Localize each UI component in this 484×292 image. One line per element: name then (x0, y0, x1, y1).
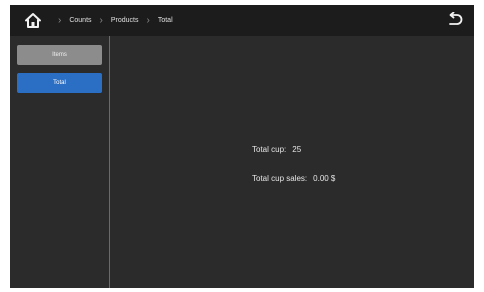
app-screen: › Counts › Products › Total Items Total … (10, 5, 474, 288)
sidebar-item-total[interactable]: Total (17, 73, 102, 93)
chevron-right-icon: › (58, 14, 62, 26)
sidebar: Items Total (10, 36, 110, 288)
undo-arrow-icon (449, 12, 463, 25)
total-cup-sales-row: Total cup sales: 0.00 $ (252, 174, 335, 183)
sidebar-item-label: Total (53, 80, 66, 86)
main-content: Total cup: 25 Total cup sales: 0.00 $ (110, 36, 474, 288)
sidebar-item-items[interactable]: Items (17, 45, 102, 65)
breadcrumb: › Counts › Products › Total (50, 14, 173, 26)
back-button[interactable] (444, 9, 466, 31)
top-bar: › Counts › Products › Total (10, 5, 474, 36)
chevron-right-icon: › (146, 14, 150, 26)
home-button[interactable] (20, 8, 46, 34)
breadcrumb-products[interactable]: Products (111, 17, 139, 24)
total-cup-sales-label: Total cup sales: (252, 174, 308, 183)
home-icon (25, 13, 41, 28)
breadcrumb-counts[interactable]: Counts (69, 17, 91, 24)
total-cup-value: 25 (292, 145, 302, 154)
total-cup-row: Total cup: 25 (252, 145, 301, 154)
sidebar-item-label: Items (52, 52, 67, 58)
chevron-right-icon: › (99, 14, 103, 26)
total-cup-sales-value: 0.00 $ (313, 174, 336, 183)
total-cup-label: Total cup: (252, 145, 287, 154)
breadcrumb-total: Total (157, 17, 173, 24)
